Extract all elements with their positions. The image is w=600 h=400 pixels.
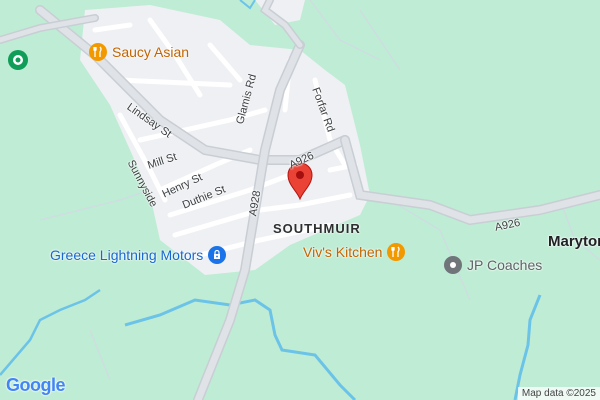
stream-north <box>239 0 256 10</box>
location-icon <box>444 256 462 274</box>
google-logo-text: Google <box>6 375 66 395</box>
poi-label: JP Coaches <box>467 257 543 273</box>
map-canvas[interactable]: Lindsay St Glamis Rd Forfar Rd Mill St H… <box>0 0 600 400</box>
map-attribution[interactable]: Map data ©2025 <box>517 387 600 400</box>
stream-east <box>513 294 542 400</box>
poi-saucy-asian[interactable]: Saucy Asian <box>89 43 189 61</box>
poi-vivs-kitchen[interactable]: Viv's Kitchen <box>303 243 406 261</box>
restaurant-icon <box>89 43 107 61</box>
stream-west <box>0 288 101 376</box>
car-service-icon <box>208 246 227 264</box>
restaurant-icon <box>387 243 406 261</box>
stream-south <box>124 298 357 400</box>
place-label-southmuir[interactable]: SOUTHMUIR <box>273 221 361 236</box>
poi-label: Greece Lightning Motors <box>50 247 204 263</box>
teal-place-marker <box>8 50 28 70</box>
poi-label: Saucy Asian <box>112 44 190 60</box>
place-label-maryton[interactable]: Maryton <box>548 233 600 250</box>
poi-greece-lightning-motors[interactable]: Greece Lightning Motors <box>50 246 227 264</box>
poi-label: Viv's Kitchen <box>303 244 383 260</box>
google-logo[interactable]: Google <box>6 375 66 396</box>
poi-jp-coaches[interactable]: JP Coaches <box>444 256 542 274</box>
